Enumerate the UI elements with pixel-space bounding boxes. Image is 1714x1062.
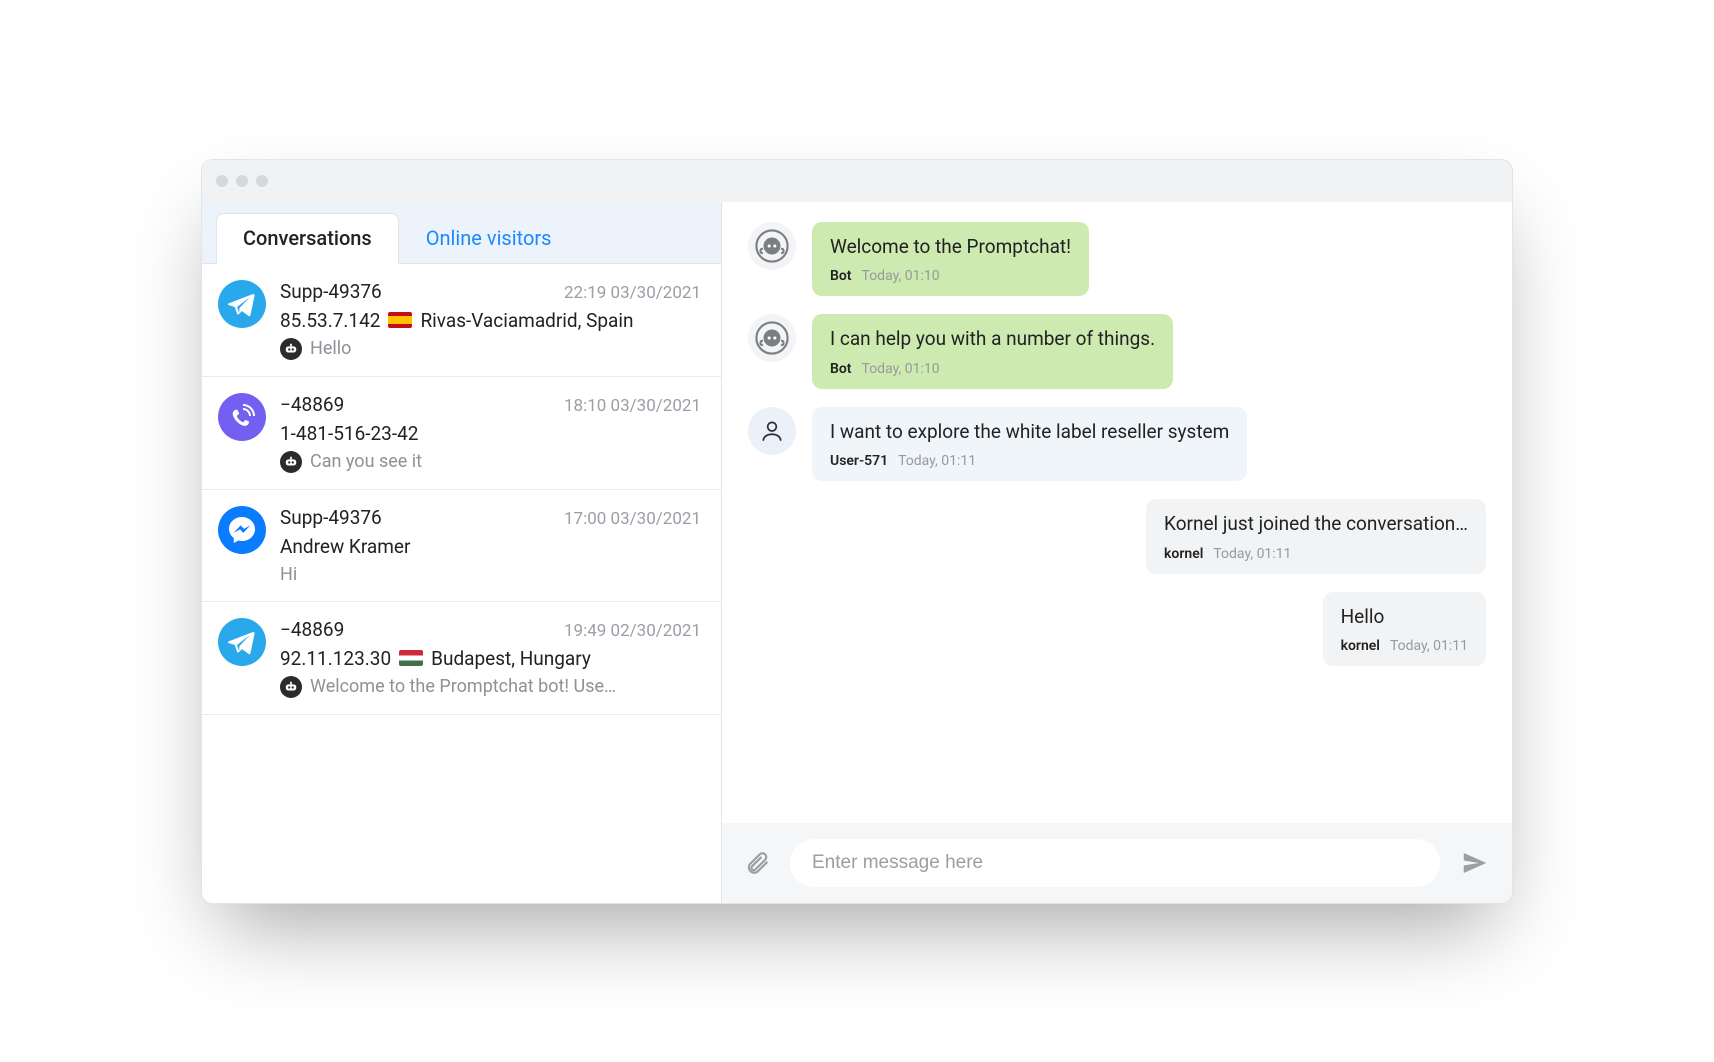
telegram-icon <box>218 280 266 328</box>
conversation-subline: 85.53.7.142 <box>280 309 380 332</box>
bot-icon <box>280 451 302 473</box>
message-sender: Bot <box>830 267 852 286</box>
message-bubble: Kornel just joined the conversation… korn… <box>1146 499 1486 574</box>
conversation-list: Supp-49376 22:19 03/30/2021 85.53.7.142 Riv… <box>202 264 721 903</box>
conversation-subline: 1-481-516-23-42 <box>280 422 418 445</box>
message-row: Welcome to the Promptchat! Bot Today, 01:1… <box>748 222 1486 297</box>
chat-pane: Welcome to the Promptchat! Bot Today, 01:1… <box>722 202 1512 903</box>
send-icon[interactable] <box>1460 848 1490 878</box>
message-text: Hello <box>1341 604 1468 630</box>
message-sender: kornel <box>1164 545 1203 564</box>
traffic-light-minimize[interactable] <box>236 175 248 187</box>
conversation-name: Supp-49376 <box>280 506 382 529</box>
message-text: I can help you with a number of things. <box>830 326 1155 352</box>
message-sender: kornel <box>1341 637 1380 656</box>
message-sender: User-571 <box>830 452 888 471</box>
message-text: Kornel just joined the conversation… <box>1164 511 1468 537</box>
conversation-last-message: Hello <box>310 338 351 359</box>
conversation-subline: Andrew Kramer <box>280 535 410 558</box>
titlebar <box>202 160 1512 202</box>
conversation-name: −48869 <box>280 393 344 416</box>
user-avatar-icon <box>748 407 796 455</box>
conversation-timestamp: 19:49 02/30/2021 <box>564 621 701 641</box>
bot-icon <box>280 676 302 698</box>
conversation-timestamp: 17:00 03/30/2021 <box>564 509 701 529</box>
conversation-timestamp: 18:10 03/30/2021 <box>564 396 701 416</box>
flag-hu-icon <box>399 650 423 666</box>
message-bubble: Welcome to the Promptchat! Bot Today, 01:1… <box>812 222 1089 297</box>
bot-avatar-icon <box>748 314 796 362</box>
message-row: I can help you with a number of things. B… <box>748 314 1486 389</box>
conversation-location: Budapest, Hungary <box>431 647 591 670</box>
conversation-subline: 92.11.123.30 <box>280 647 391 670</box>
message-time: Today, 01:10 <box>862 267 940 286</box>
app-window: Conversations Online visitors Supp-49376… <box>201 159 1513 904</box>
traffic-light-maximize[interactable] <box>256 175 268 187</box>
conversation-timestamp: 22:19 03/30/2021 <box>564 283 701 303</box>
message-text: I want to explore the white label resell… <box>830 419 1229 445</box>
conversation-item[interactable]: Supp-49376 22:19 03/30/2021 85.53.7.142 Riv… <box>202 264 721 377</box>
message-text: Welcome to the Promptchat! <box>830 234 1071 260</box>
message-row: I want to explore the white label resell… <box>748 407 1486 482</box>
conversation-item[interactable]: −48869 19:49 02/30/2021 92.11.123.30 Budape… <box>202 602 721 715</box>
conversation-name: Supp-49376 <box>280 280 382 303</box>
viber-icon <box>218 393 266 441</box>
attach-icon[interactable] <box>744 850 770 876</box>
message-row: Kornel just joined the conversation… korn… <box>748 499 1486 574</box>
message-bubble: I want to explore the white label resell… <box>812 407 1247 482</box>
conversations-pane: Conversations Online visitors Supp-49376… <box>202 202 722 903</box>
messenger-icon <box>218 506 266 554</box>
conversation-last-message: Can you see it <box>310 451 422 472</box>
message-time: Today, 01:11 <box>1390 637 1468 656</box>
bot-icon <box>280 338 302 360</box>
conversation-item[interactable]: Supp-49376 17:00 03/30/2021 Andrew Kramer H… <box>202 490 721 602</box>
message-thread: Welcome to the Promptchat! Bot Today, 01:1… <box>722 202 1512 823</box>
conversation-last-message: Hi <box>280 564 297 585</box>
message-sender: Bot <box>830 360 852 379</box>
message-bubble: Hello kornel Today, 01:11 <box>1323 592 1486 667</box>
message-time: Today, 01:11 <box>1213 545 1291 564</box>
message-time: Today, 01:11 <box>898 452 976 471</box>
telegram-icon <box>218 618 266 666</box>
conversation-last-message: Welcome to the Promptchat bot! Use… <box>310 676 616 697</box>
tab-conversations[interactable]: Conversations <box>216 213 399 264</box>
conversation-name: −48869 <box>280 618 344 641</box>
composer <box>722 823 1512 903</box>
message-input[interactable] <box>790 839 1440 887</box>
traffic-light-close[interactable] <box>216 175 228 187</box>
conversation-location: Rivas-Vaciamadrid, Spain <box>420 309 633 332</box>
tab-online-visitors[interactable]: Online visitors <box>399 213 579 264</box>
message-bubble: I can help you with a number of things. B… <box>812 314 1173 389</box>
tabs: Conversations Online visitors <box>202 202 721 264</box>
message-time: Today, 01:10 <box>862 360 940 379</box>
flag-es-icon <box>388 312 412 328</box>
conversation-item[interactable]: −48869 18:10 03/30/2021 1-481-516-23-42 Can… <box>202 377 721 490</box>
bot-avatar-icon <box>748 222 796 270</box>
message-row: Hello kornel Today, 01:11 <box>748 592 1486 667</box>
